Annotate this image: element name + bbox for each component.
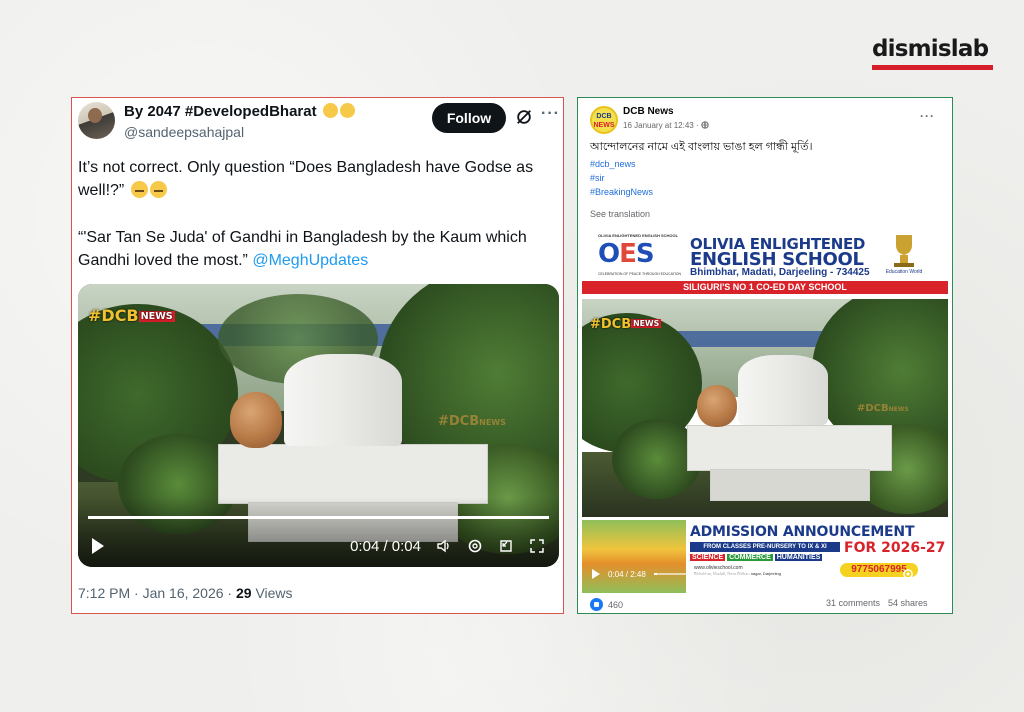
volume-icon[interactable]	[436, 538, 452, 554]
post-date-text[interactable]: 16 January at 12:43 ·	[623, 121, 699, 130]
hashtag-link[interactable]: #BreakingNews	[590, 187, 653, 197]
page-name[interactable]: DCB News	[623, 106, 674, 117]
emoji-icon	[339, 103, 355, 118]
tweet-text: It’s not correct. Only question “Does Ba…	[78, 156, 560, 202]
avatar-text: DCB	[596, 113, 612, 120]
views-label: Views	[251, 585, 293, 601]
brand-name: dismislab	[872, 36, 989, 62]
video-time: 0:04 / 0:04	[350, 537, 421, 555]
display-name-text[interactable]: By 2047 #DevelopedBharat	[124, 103, 317, 120]
emoji-icon	[149, 181, 167, 198]
views-count: 29	[235, 585, 252, 601]
follow-button[interactable]: Follow	[432, 103, 506, 133]
video-time: 0:04 / 2:48	[608, 569, 646, 579]
comments-count[interactable]: 31 comments	[826, 598, 880, 608]
video-progress-bar[interactable]	[653, 573, 750, 575]
admission-classes: FROM CLASSES PRE-NURSERY TO IX & XI	[690, 542, 840, 552]
admission-title: ADMISSION ANNOUNCEMENT	[690, 524, 915, 540]
play-button[interactable]	[592, 569, 600, 579]
hashtag-link[interactable]: #dcb_news	[590, 159, 636, 169]
brand-underline	[872, 65, 993, 70]
more-options-icon[interactable]: ···	[920, 109, 935, 123]
avatar-subtext: NEWS	[593, 122, 615, 129]
reaction-count[interactable]: 460	[608, 600, 623, 610]
tweet-quote: “'Sar Tan Se Juda' of Gandhi in Banglade…	[78, 226, 560, 272]
video-progress-bar[interactable]	[88, 516, 549, 519]
post-stats: 31 comments 54 shares	[826, 598, 936, 608]
post-text: আন্দোলনের নামে এই বাংলায় ভাঙা হল গান্ধী…	[590, 141, 813, 153]
tweet-card: By 2047 #DevelopedBharat @sandeepsahajpa…	[71, 97, 564, 614]
fullscreen-icon[interactable]	[529, 538, 545, 554]
tweet-timestamp[interactable]: 7:12 PM · Jan 16, 2026 ·	[78, 585, 236, 601]
reactions[interactable]: 460	[590, 598, 623, 611]
page-avatar[interactable]: DCB NEWS	[590, 106, 618, 134]
post-date[interactable]: 16 January at 12:43 ·	[623, 121, 709, 130]
avatar[interactable]	[78, 102, 115, 139]
school-small-text: OLIVIA ENLIGHTENED ENGLISH SCHOOL	[598, 233, 679, 238]
display-name[interactable]: By 2047 #DevelopedBharat	[124, 103, 355, 120]
dismislab-logo: dismislab	[872, 36, 994, 70]
shares-count[interactable]: 54 shares	[888, 598, 928, 608]
picture-in-picture-icon[interactable]	[498, 538, 514, 554]
globe-icon	[701, 121, 709, 129]
post-video[interactable]: OLIVIA ENLIGHTENED ENGLISH SCHOOL OES CE…	[582, 227, 948, 593]
settings-icon[interactable]	[902, 568, 914, 580]
volume-icon[interactable]	[924, 568, 936, 580]
award-icon: Education World	[886, 235, 923, 275]
admission-year: FOR 2026-27	[844, 540, 946, 556]
tweet-video[interactable]: #DCB NEWS #DCBNEWS 0:04 / 0:04	[78, 284, 559, 567]
emoji-icon	[322, 103, 338, 118]
emoji-icon	[130, 181, 148, 198]
grok-icon[interactable]	[515, 108, 533, 126]
hashtag-link[interactable]: #sir	[590, 173, 605, 183]
like-icon	[590, 598, 603, 611]
mention-link[interactable]: @MeghUpdates	[252, 252, 368, 269]
more-options-icon[interactable]: ···	[541, 105, 560, 123]
award-caption: Education World	[886, 269, 923, 275]
facebook-post-card: DCB NEWS DCB News 16 January at 12:43 · …	[577, 97, 953, 614]
school-address: Bhimbhar, Madati, Darjeeling - 734425	[690, 267, 870, 278]
video-frame: #DCB NEWS #DCBNEWS	[582, 299, 948, 517]
logo-subtitle: CELEBRATION OF PEACE THROUGH EDUCATION	[598, 272, 682, 276]
oes-logo: OES	[598, 239, 655, 269]
ad-red-banner: SILIGURI'S NO 1 CO-ED DAY SCHOOL	[582, 281, 948, 294]
video-controls: 0:04 / 2:48	[582, 558, 948, 588]
settings-icon[interactable]	[467, 538, 483, 554]
play-button[interactable]	[92, 538, 104, 554]
see-translation-link[interactable]: See translation	[590, 209, 650, 219]
user-handle[interactable]: @sandeepsahajpal	[124, 124, 244, 140]
tweet-meta: 7:12 PM · Jan 16, 2026 · 29 Views	[78, 585, 293, 601]
